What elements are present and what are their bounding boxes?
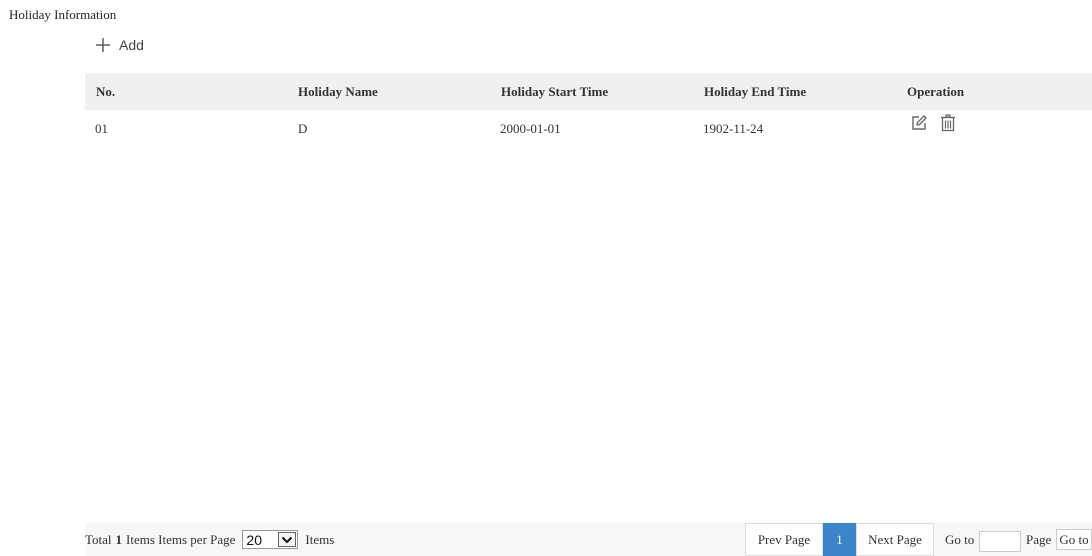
column-header-end-time: Holiday End Time xyxy=(704,83,807,99)
column-header-operation: Operation xyxy=(907,83,965,99)
page-title: Holiday Information xyxy=(9,7,117,22)
holiday-table: No. Holiday Name Holiday Start Time Holi… xyxy=(85,73,1092,147)
page-label: Page xyxy=(1026,531,1052,547)
table-header: No. Holiday Name Holiday Start Time Holi… xyxy=(85,73,1092,110)
add-button[interactable]: Add xyxy=(95,37,144,53)
page-number-1[interactable]: 1 xyxy=(823,523,856,556)
column-header-start-time: Holiday Start Time xyxy=(501,83,609,99)
page-size-dropdown-button[interactable] xyxy=(278,532,297,547)
items-suffix: Items xyxy=(305,531,335,547)
cell-operation xyxy=(896,113,1092,132)
delete-icon[interactable] xyxy=(940,113,956,132)
goto-page-input[interactable] xyxy=(979,531,1021,552)
cell-end-time: 1902-11-24 xyxy=(703,120,764,136)
goto-label: Go to xyxy=(945,531,975,547)
goto-button[interactable]: Go to xyxy=(1056,529,1092,550)
total-label: Total xyxy=(85,531,112,547)
plus-icon xyxy=(96,38,110,52)
table-row: 01 D 2000-01-01 1902-11-24 xyxy=(85,110,1092,147)
items-per-page-label: Items Items per Page xyxy=(126,531,236,547)
page-size-select[interactable]: 20 xyxy=(242,530,299,549)
add-button-label: Add xyxy=(119,37,144,53)
pagination-bar: Total 1 Items Items per Page 20 Items Pr… xyxy=(85,523,1092,556)
cell-start-time: 2000-01-01 xyxy=(500,120,561,136)
column-header-no: No. xyxy=(96,83,116,99)
page-size-info: Total 1 Items Items per Page 20 Items xyxy=(85,523,334,556)
column-header-holiday-name: Holiday Name xyxy=(298,83,378,99)
total-count: 1 xyxy=(115,531,123,547)
next-page-button[interactable]: Next Page xyxy=(856,523,934,556)
page-size-value: 20 xyxy=(246,531,262,548)
edit-icon[interactable] xyxy=(910,114,928,132)
cell-no: 01 xyxy=(95,120,108,136)
chevron-down-icon xyxy=(282,536,293,543)
cell-holiday-name: D xyxy=(298,120,308,136)
prev-page-button[interactable]: Prev Page xyxy=(745,523,823,556)
